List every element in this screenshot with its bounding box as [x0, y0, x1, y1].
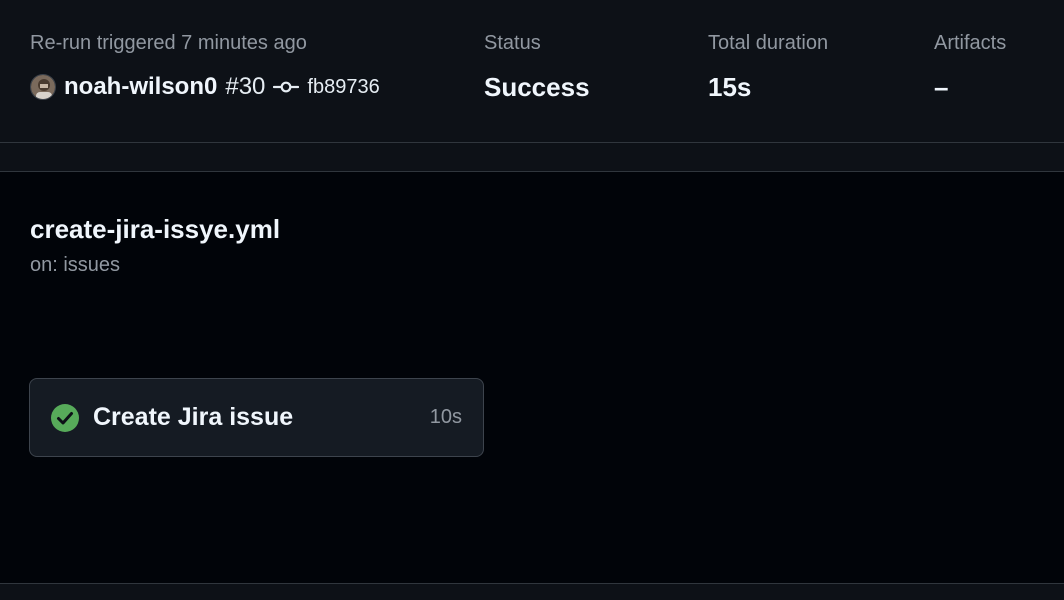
git-commit-icon — [273, 79, 300, 95]
artifacts-info: Artifacts – — [934, 30, 1006, 102]
workflow-trigger: on: issues — [30, 254, 121, 276]
job-card[interactable]: Create Jira issue 10s — [29, 378, 484, 457]
commit-sha-link[interactable]: fb89736 — [307, 76, 379, 99]
status-info: Status Success — [484, 30, 590, 102]
duration-info: Total duration 15s — [708, 30, 828, 102]
job-name: Create Jira issue — [93, 403, 294, 431]
check-circle-fill-icon — [50, 403, 80, 433]
total-duration-value: 15s — [708, 72, 752, 102]
run-summary: Re-run triggered 7 minutes ago noah-wils… — [0, 0, 1064, 143]
job-duration: 10s — [429, 406, 462, 428]
workflow-file-name: create-jira-issye.yml — [30, 214, 281, 244]
status-label: Status — [484, 32, 541, 54]
trigger-info: Re-run triggered 7 minutes ago noah-wils… — [30, 30, 380, 102]
avatar-image-icon — [31, 75, 55, 99]
status-value: Success — [484, 72, 590, 102]
actor-link[interactable]: noah-wilson0 — [64, 73, 217, 101]
artifacts-label: Artifacts — [934, 32, 1007, 54]
total-duration-label: Total duration — [708, 32, 829, 54]
trigger-label: Re-run triggered 7 minutes ago — [30, 32, 307, 54]
footer-band — [0, 583, 1064, 600]
avatar[interactable] — [30, 74, 56, 100]
run-number: #30 — [225, 73, 266, 100]
workflow-graph: create-jira-issye.yml on: issues Create … — [0, 172, 1064, 583]
trigger-details: noah-wilson0 #30 fb89736 — [30, 72, 380, 102]
artifacts-value: – — [934, 72, 949, 102]
divider-band — [0, 143, 1064, 172]
